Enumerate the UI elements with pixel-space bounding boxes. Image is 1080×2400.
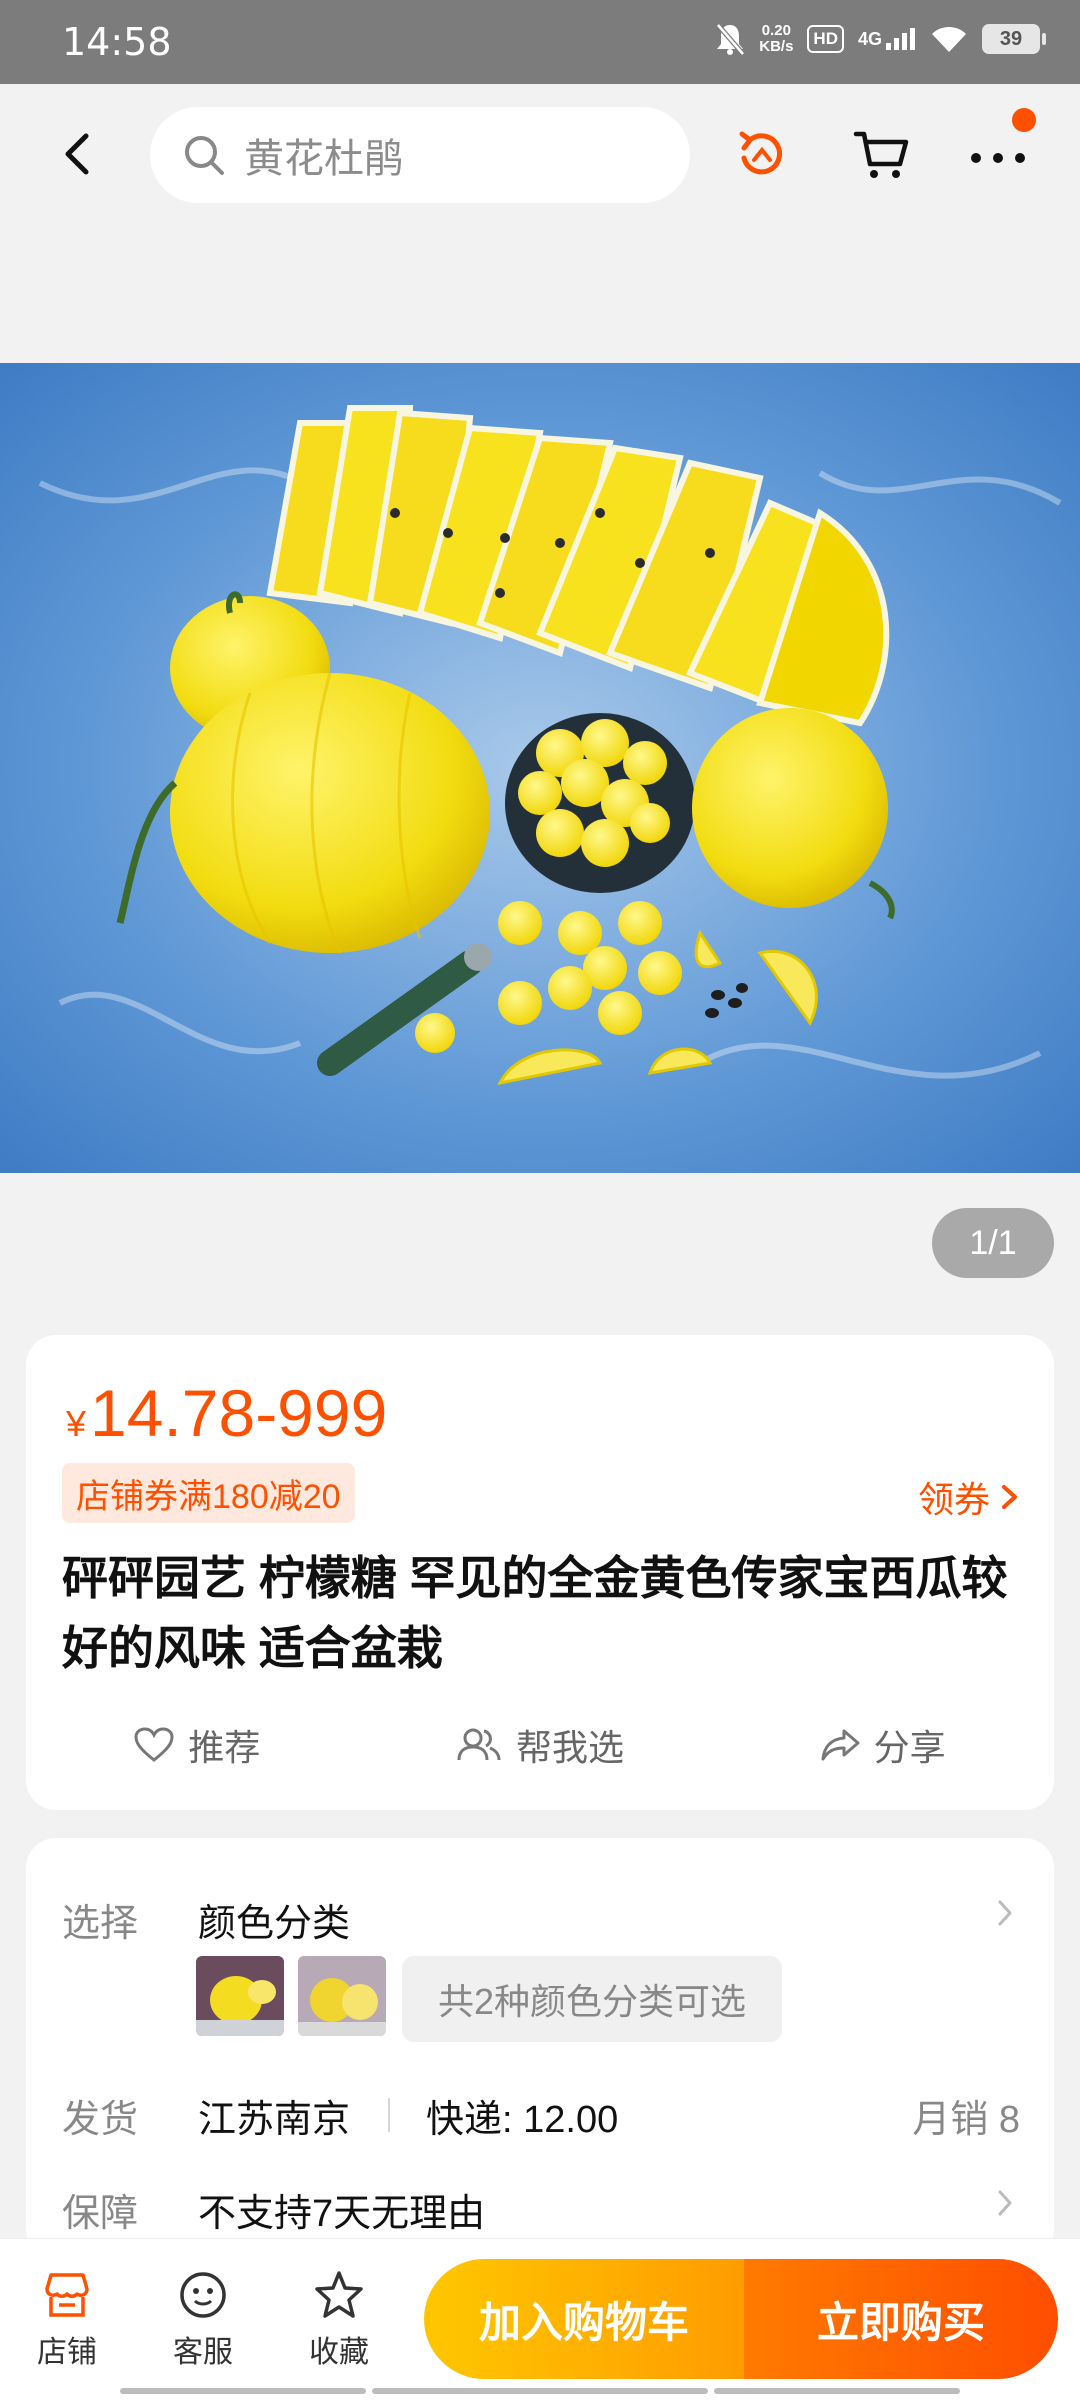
service-label: 客服	[173, 2336, 233, 2369]
share-button[interactable]: 分享	[711, 1705, 1054, 1785]
recommend-button[interactable]: 推荐	[26, 1705, 369, 1785]
search-bar[interactable]: 黄花杜鹃	[150, 107, 690, 203]
refresh-share-icon[interactable]	[732, 124, 792, 184]
variant-thumbnail-1[interactable]	[196, 1956, 284, 2036]
variants-count-pill[interactable]: 共2种颜色分类可选	[402, 1956, 783, 2042]
people-icon	[457, 1728, 501, 1761]
product-details-card: 选择 颜色分类 共2种颜色分类可选 发货 江苏南京 快递: 12.00 月销 8…	[26, 1838, 1054, 2258]
chevron-right-icon[interactable]	[990, 1898, 1020, 1928]
select-value[interactable]: 颜色分类	[198, 1892, 350, 1947]
get-coupon-label: 领券	[917, 1479, 990, 1520]
store-coupon-tag[interactable]: 店铺券满180减20	[62, 1463, 355, 1523]
shipping-fee: 快递: 12.00	[426, 2099, 619, 2141]
signal-bars-icon	[886, 28, 915, 50]
help-me-choose-button[interactable]: 帮我选	[369, 1705, 712, 1785]
currency-symbol: ¥	[66, 1403, 87, 1444]
product-image[interactable]	[0, 363, 1080, 1173]
gesture-bar-center	[372, 2388, 708, 2394]
get-coupon-button[interactable]: 领券	[918, 1471, 1020, 1523]
top-nav: 黄花杜鹃	[0, 84, 1080, 224]
wifi-icon	[932, 26, 966, 52]
net-speed: 0.20 KB/s	[759, 22, 794, 55]
monthly-sales: 月销 8	[912, 2099, 1020, 2141]
share-icon	[821, 1729, 860, 1761]
add-to-cart-button[interactable]: 加入购物车	[424, 2259, 744, 2379]
customer-service-icon	[180, 2272, 226, 2318]
price-value: 14.78-999	[90, 1376, 388, 1450]
image-top-spacer	[0, 224, 1080, 363]
mute-bell-icon	[716, 23, 746, 56]
search-icon	[185, 136, 224, 175]
ship-label: 发货	[62, 2099, 139, 2141]
back-icon[interactable]	[52, 126, 108, 182]
buy-now-button[interactable]: 立即购买	[744, 2259, 1058, 2379]
recommend-label: 推荐	[188, 1727, 261, 1768]
star-icon	[315, 2271, 363, 2318]
heart-icon	[134, 1727, 174, 1762]
variant-thumbnail-2[interactable]	[298, 1956, 386, 2036]
hd-badge: HD	[807, 25, 844, 53]
select-label: 选择	[62, 1903, 139, 1945]
store-icon	[45, 2273, 89, 2317]
help-me-choose-label: 帮我选	[516, 1727, 625, 1768]
store-label: 店铺	[37, 2336, 97, 2369]
more-icon[interactable]	[968, 124, 1028, 184]
image-pager: 1/1	[932, 1208, 1054, 1278]
price: ¥ 14.78-999	[66, 1375, 387, 1451]
cart-icon[interactable]	[852, 124, 912, 184]
guarantee-label: 保障	[62, 2193, 139, 2235]
signal-indicator: 4G	[858, 28, 916, 50]
battery-indicator: 39	[982, 24, 1046, 54]
divider	[388, 2098, 390, 2132]
notification-dot	[1012, 108, 1036, 132]
status-time: 14:58	[62, 20, 172, 64]
chevron-right-icon[interactable]	[990, 2188, 1020, 2218]
gesture-bar-left	[120, 2388, 366, 2394]
bottom-action-bar: 店铺 客服 收藏 加入购物车 立即购买	[0, 2238, 1080, 2400]
favorite-tab[interactable]: 收藏	[284, 2269, 394, 2371]
ship-from: 江苏南京	[198, 2099, 351, 2141]
product-actions: 推荐 帮我选 分享	[26, 1705, 1054, 1785]
favorite-label: 收藏	[309, 2336, 369, 2369]
gesture-bar-right	[714, 2388, 960, 2394]
product-info-card: ¥ 14.78-999 店铺券满180减20 领券 砰砰园艺 柠檬糖 罕见的全金…	[26, 1335, 1054, 1810]
service-tab[interactable]: 客服	[148, 2269, 258, 2371]
share-label: 分享	[873, 1727, 946, 1768]
guarantee-value[interactable]: 不支持7天无理由	[198, 2182, 485, 2237]
search-text: 黄花杜鹃	[244, 137, 404, 181]
store-tab[interactable]: 店铺	[12, 2269, 122, 2371]
status-bar: 14:58 0.20 KB/s HD 4G 39	[0, 0, 1080, 84]
product-title: 砰砰园艺 柠檬糖 罕见的全金黄色传家宝西瓜较好的风味 适合盆栽	[62, 1552, 1008, 1674]
chevron-right-icon	[1002, 1485, 1017, 1509]
